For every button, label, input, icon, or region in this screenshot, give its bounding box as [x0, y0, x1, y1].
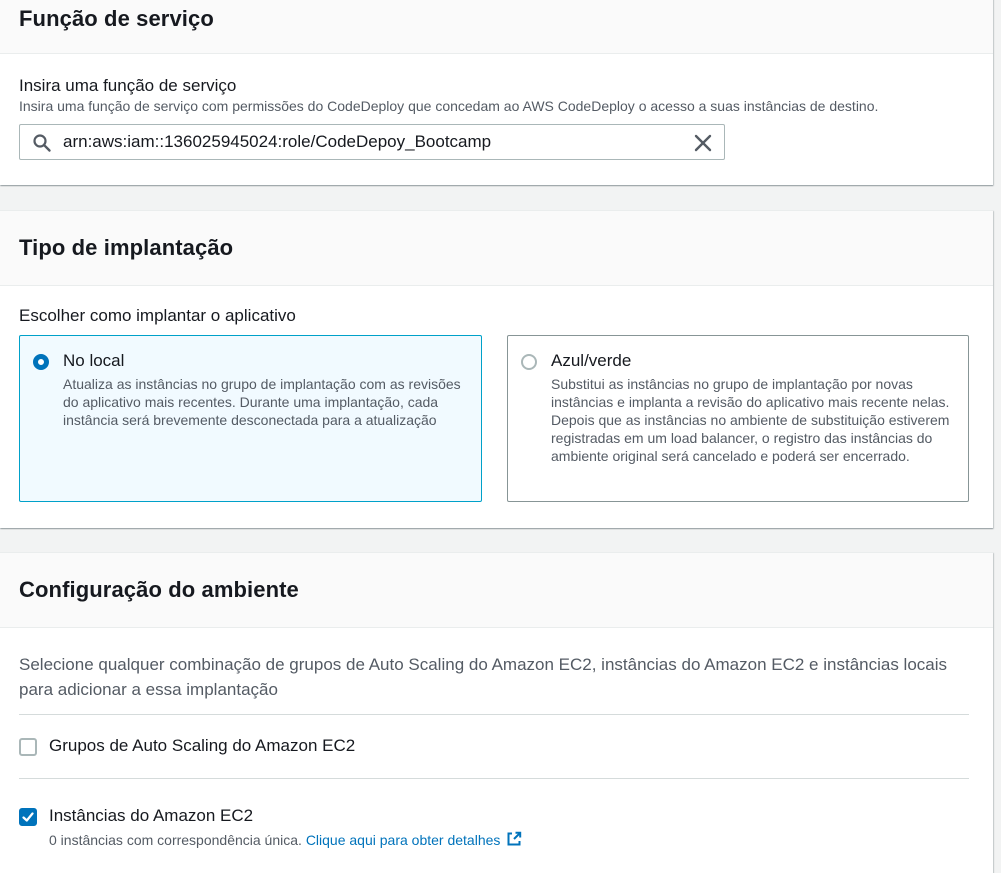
deployment-type-choose-label: Escolher como implantar o aplicativo: [19, 306, 296, 325]
blue-green-radio[interactable]: [521, 354, 537, 370]
divider: [19, 778, 969, 779]
ec2-instances-match-count: 0 instâncias com correspondência única.: [49, 832, 302, 848]
blue-green-tile[interactable]: Azul/verde Substitui as instâncias no gr…: [507, 335, 969, 502]
environment-header: Configuração do ambiente: [0, 553, 993, 628]
close-icon[interactable]: [693, 133, 713, 153]
divider: [19, 714, 969, 715]
in-place-tile[interactable]: No local Atualiza as instâncias no grupo…: [19, 335, 482, 502]
service-role-input[interactable]: arn:aws:iam::136025945024:role/CodeDepoy…: [19, 124, 725, 160]
in-place-description: Atualiza as instâncias no grupo de impla…: [63, 376, 461, 428]
environment-heading: Configuração do ambiente: [19, 577, 299, 602]
service-role-field-description: Insira uma função de serviço com permiss…: [19, 98, 879, 114]
check-icon: [22, 812, 34, 822]
deployment-type-heading: Tipo de implantação: [19, 235, 234, 260]
external-link-icon[interactable]: [506, 831, 522, 847]
ec2-instances-checkbox[interactable]: [19, 808, 37, 826]
in-place-radio[interactable]: [33, 354, 49, 370]
blue-green-description: Substitui as instâncias no grupo de impl…: [551, 376, 950, 464]
auto-scaling-checkbox[interactable]: [19, 738, 37, 756]
ec2-details-link[interactable]: Clique aqui para obter detalhes: [306, 831, 523, 848]
search-icon: [33, 134, 51, 152]
service-role-header: Função de serviço: [0, 0, 993, 54]
ec2-details-link-label[interactable]: Clique aqui para obter detalhes: [306, 832, 501, 848]
blue-green-title: Azul/verde: [551, 351, 632, 370]
service-role-heading: Função de serviço: [19, 5, 214, 31]
ec2-instances-label[interactable]: Instâncias do Amazon EC2: [49, 806, 253, 826]
service-role-value[interactable]: arn:aws:iam::136025945024:role/CodeDepoy…: [63, 132, 491, 152]
deployment-type-header: Tipo de implantação: [0, 211, 993, 286]
in-place-title: No local: [63, 351, 125, 370]
ec2-instances-subtext-row: 0 instâncias com correspondência única. …: [49, 831, 522, 848]
environment-description: Selecione qualquer combinação de grupos …: [19, 655, 948, 699]
auto-scaling-label[interactable]: Grupos de Auto Scaling do Amazon EC2: [49, 736, 355, 756]
service-role-field-label: Insira uma função de serviço: [19, 76, 237, 95]
